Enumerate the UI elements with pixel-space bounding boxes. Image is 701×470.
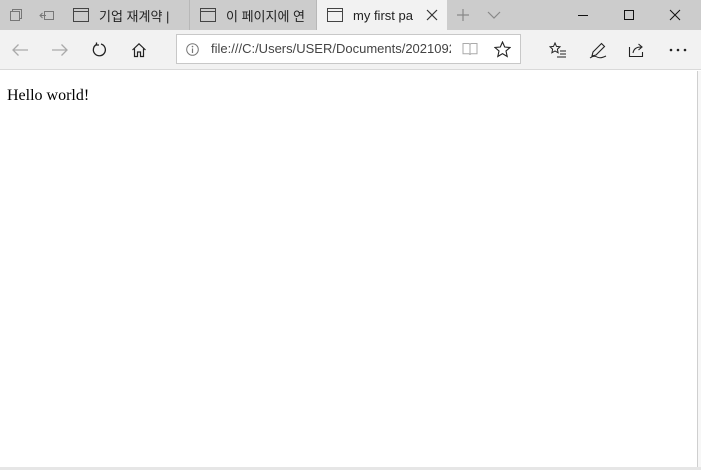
body-text: Hello world! bbox=[7, 87, 90, 104]
address-bar[interactable]: file:///C:/Users/USER/Documents/20210920 bbox=[176, 34, 521, 64]
page-icon bbox=[73, 0, 89, 30]
minimize-button[interactable] bbox=[560, 0, 606, 30]
page-icon bbox=[200, 0, 216, 30]
favorite-star-icon[interactable] bbox=[489, 35, 515, 63]
set-aside-tabs-icon[interactable] bbox=[32, 0, 62, 30]
url-input[interactable]: file:///C:/Users/USER/Documents/20210920 bbox=[211, 35, 451, 63]
site-info-icon[interactable] bbox=[183, 35, 201, 63]
share-icon[interactable] bbox=[617, 30, 657, 70]
tab-1[interactable]: 기업 재계약 | bbox=[63, 0, 190, 30]
add-notes-icon[interactable] bbox=[578, 30, 618, 70]
tab-2[interactable]: 이 페이지에 연 bbox=[190, 0, 317, 30]
tab-label: my first pa bbox=[353, 7, 413, 23]
forward-button[interactable] bbox=[40, 30, 80, 70]
maximize-button[interactable] bbox=[606, 0, 652, 30]
tab-label: 이 페이지에 연 bbox=[226, 8, 305, 24]
new-tab-icon[interactable] bbox=[448, 0, 478, 30]
home-button[interactable] bbox=[119, 30, 159, 70]
page-icon bbox=[327, 0, 343, 30]
page-content: Hello world! bbox=[0, 71, 698, 467]
tab-bar: 기업 재계약 | 이 페이지에 연 my first pa bbox=[0, 0, 701, 30]
more-options-icon[interactable] bbox=[658, 30, 698, 70]
tab-3-active[interactable]: my first pa bbox=[317, 0, 447, 30]
favorites-hub-icon[interactable] bbox=[538, 30, 578, 70]
back-button[interactable] bbox=[0, 30, 40, 70]
reading-view-icon[interactable] bbox=[459, 35, 481, 63]
chevron-down-icon[interactable] bbox=[479, 0, 509, 30]
close-window-button[interactable] bbox=[652, 0, 698, 30]
refresh-button[interactable] bbox=[79, 30, 119, 70]
tab-label: 기업 재계약 | bbox=[99, 8, 170, 24]
close-tab-icon[interactable] bbox=[417, 0, 447, 30]
tab-preview-icon[interactable] bbox=[2, 0, 30, 30]
navigation-bar: file:///C:/Users/USER/Documents/20210920 bbox=[0, 30, 701, 70]
